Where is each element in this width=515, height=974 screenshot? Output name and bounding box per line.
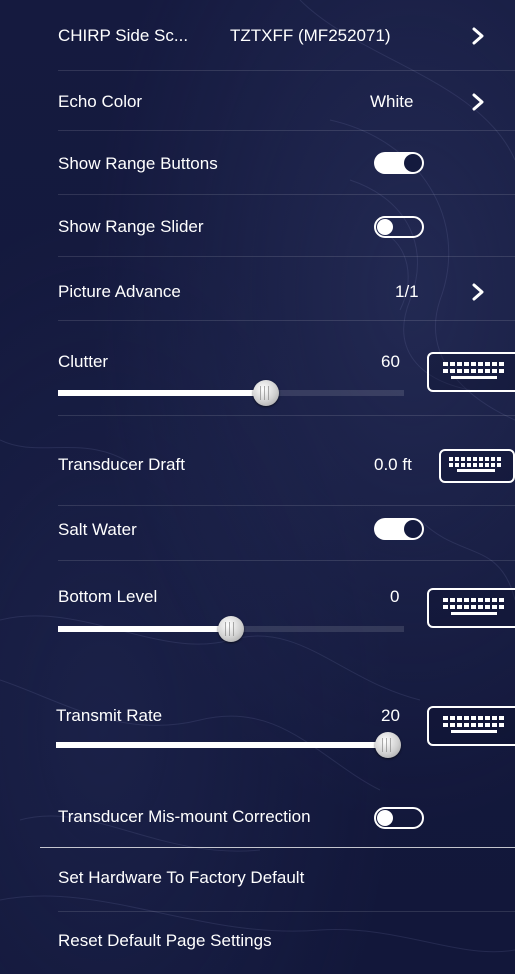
- transducer-mismount-toggle[interactable]: [374, 807, 424, 829]
- row-chirp-side-scan[interactable]: CHIRP Side Sc... TZTXFF (MF252071): [0, 0, 515, 70]
- row-transducer-draft: Transducer Draft 0.0 ft: [0, 415, 515, 505]
- chirp-side-scan-label: CHIRP Side Sc...: [58, 26, 189, 45]
- row-show-range-slider: Show Range Slider: [0, 194, 515, 256]
- slider-fill: [56, 742, 388, 748]
- keyboard-icon[interactable]: [427, 352, 515, 392]
- row-bottom-level: Bottom Level 0: [0, 560, 515, 670]
- row-clutter: Clutter 60: [0, 320, 515, 415]
- transducer-draft-label: Transducer Draft: [58, 455, 185, 474]
- clutter-slider[interactable]: [58, 380, 404, 406]
- toggle-knob: [404, 520, 422, 538]
- echo-color-label: Echo Color: [58, 92, 143, 111]
- toggle-knob: [404, 154, 422, 172]
- salt-water-toggle[interactable]: [374, 518, 424, 540]
- show-range-slider-label: Show Range Slider: [58, 217, 204, 236]
- bottom-level-slider[interactable]: [58, 616, 404, 642]
- show-range-slider-toggle[interactable]: [374, 216, 424, 238]
- slider-thumb[interactable]: [218, 616, 244, 642]
- row-show-range-buttons: Show Range Buttons: [0, 130, 515, 194]
- bottom-level-value: 0: [390, 587, 400, 606]
- keyboard-icon[interactable]: [439, 449, 515, 483]
- clutter-label: Clutter: [58, 352, 109, 371]
- chirp-side-scan-value: TZTXFF (MF252071): [230, 26, 391, 45]
- row-echo-color[interactable]: Echo Color White: [0, 70, 515, 130]
- factory-default-label: Set Hardware To Factory Default: [58, 868, 305, 887]
- slider-thumb[interactable]: [375, 732, 401, 758]
- transmit-rate-slider[interactable]: [56, 732, 401, 758]
- slider-fill: [58, 626, 231, 632]
- row-factory-default[interactable]: Set Hardware To Factory Default: [0, 848, 515, 911]
- slider-fill: [58, 390, 266, 396]
- toggle-knob: [377, 810, 393, 826]
- transducer-draft-value: 0.0 ft: [374, 455, 412, 474]
- chevron-right-icon[interactable]: [468, 26, 488, 46]
- salt-water-label: Salt Water: [58, 520, 137, 539]
- keyboard-icon[interactable]: [427, 588, 515, 628]
- bottom-level-label: Bottom Level: [58, 587, 158, 606]
- slider-thumb[interactable]: [253, 380, 279, 406]
- picture-advance-label: Picture Advance: [58, 282, 181, 301]
- row-salt-water: Salt Water: [0, 505, 515, 560]
- clutter-value: 60: [381, 352, 400, 371]
- picture-advance-value: 1/1: [395, 282, 419, 301]
- row-transmit-rate: Transmit Rate 20: [0, 670, 515, 775]
- show-range-buttons-toggle[interactable]: [374, 152, 424, 174]
- echo-color-value: White: [370, 92, 414, 111]
- chevron-right-icon[interactable]: [468, 282, 488, 302]
- toggle-knob: [377, 219, 393, 235]
- row-picture-advance[interactable]: Picture Advance 1/1: [0, 256, 515, 320]
- row-reset-page-settings[interactable]: Reset Default Page Settings: [0, 912, 515, 974]
- chevron-right-icon[interactable]: [468, 92, 488, 112]
- show-range-buttons-label: Show Range Buttons: [58, 154, 218, 173]
- reset-page-settings-label: Reset Default Page Settings: [58, 931, 272, 950]
- transducer-mismount-label: Transducer Mis-mount Correction: [58, 807, 311, 826]
- keyboard-icon[interactable]: [427, 706, 515, 746]
- transmit-rate-label: Transmit Rate: [56, 706, 163, 725]
- transmit-rate-value: 20: [381, 706, 400, 725]
- row-transducer-mismount: Transducer Mis-mount Correction: [0, 775, 515, 845]
